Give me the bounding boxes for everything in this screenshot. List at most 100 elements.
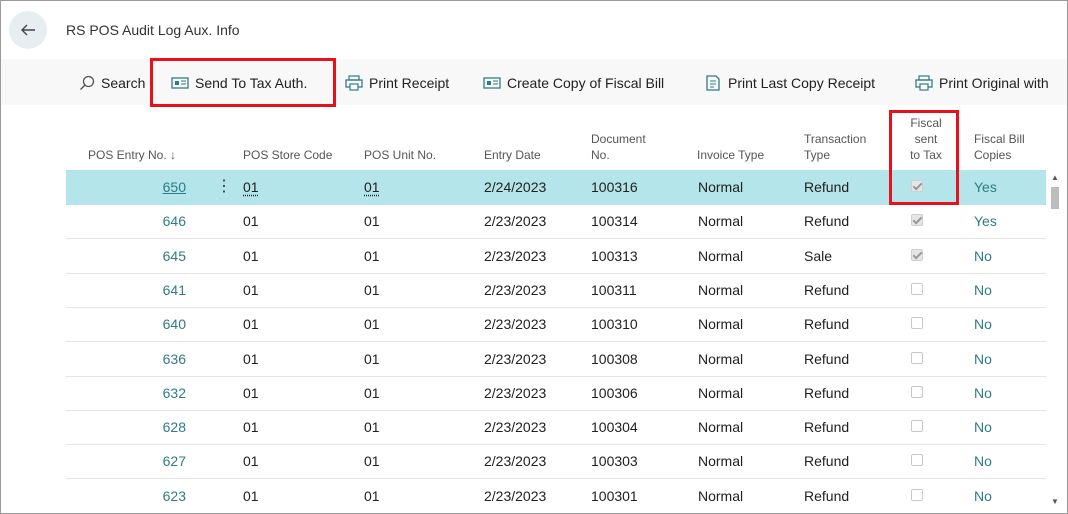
entry-date-cell: 2/23/2023 xyxy=(484,453,547,470)
store-code-cell: 01 xyxy=(243,281,259,298)
col-document-no[interactable]: Document No. xyxy=(591,131,646,163)
page-title: RS POS Audit Log Aux. Info xyxy=(66,22,240,38)
table-row[interactable]: 627 01 01 2/23/2023 100303 Normal Refund No xyxy=(66,444,1046,480)
entry-date-cell: 2/23/2023 xyxy=(484,316,547,333)
document-no-cell: 100308 xyxy=(591,350,638,367)
col-transaction-type[interactable]: Transaction Type xyxy=(804,131,866,163)
unit-no-cell: 01 xyxy=(364,213,380,230)
print-original-icon xyxy=(915,75,933,91)
entry-date-cell: 2/23/2023 xyxy=(484,419,547,436)
table-row[interactable]: 646 01 01 2/23/2023 100314 Normal Refund Yes xyxy=(66,204,1046,240)
entry-no-cell[interactable]: 628 xyxy=(126,410,186,444)
entry-no-cell[interactable]: 641 xyxy=(126,273,186,307)
col-unit-no[interactable]: POS Unit No. xyxy=(364,147,436,163)
store-code-cell: 01 xyxy=(243,247,259,264)
print-last-copy-label: Print Last Copy Receipt xyxy=(728,75,876,91)
table-row[interactable]: 641 01 01 2/23/2023 100311 Normal Refund No xyxy=(66,273,1046,308)
fiscal-copies-cell: No xyxy=(974,281,992,298)
scroll-thumb[interactable] xyxy=(1051,187,1059,209)
row-actions-icon[interactable]: ⋮ xyxy=(216,170,232,204)
unit-no-cell: 01 xyxy=(364,316,380,333)
col-store-code[interactable]: POS Store Code xyxy=(243,147,332,163)
entry-date-cell: 2/23/2023 xyxy=(484,281,547,298)
print-last-copy-button[interactable]: Print Last Copy Receipt xyxy=(704,73,875,93)
document-no-cell: 100311 xyxy=(591,281,637,298)
table-row[interactable]: 636 01 01 2/23/2023 100308 Normal Refund No xyxy=(66,342,1046,377)
entry-date-cell: 2/23/2023 xyxy=(484,247,547,264)
receipt-icon xyxy=(706,75,720,91)
entry-date-cell: 2/23/2023 xyxy=(484,350,547,367)
invoice-type-cell: Normal xyxy=(698,213,744,230)
fiscal-copies-cell: No xyxy=(974,487,992,504)
unit-no-cell: 01 xyxy=(364,384,380,401)
document-no-cell: 100304 xyxy=(591,419,638,436)
document-no-cell: 100310 xyxy=(591,316,638,333)
vertical-scrollbar[interactable]: ▲ ▼ xyxy=(1049,171,1061,511)
transaction-type-cell: Refund xyxy=(804,487,850,504)
document-no-cell: 100316 xyxy=(591,179,638,195)
entry-date-cell: 2/23/2023 xyxy=(484,384,547,401)
invoice-type-cell: Normal xyxy=(698,179,744,195)
print-original-button[interactable]: Print Original with xyxy=(915,73,1049,93)
invoice-type-cell: Normal xyxy=(698,281,744,298)
create-copy-label: Create Copy of Fiscal Bill xyxy=(507,75,665,91)
transaction-type-cell: Refund xyxy=(804,281,850,298)
store-code-cell: 01 xyxy=(243,350,259,367)
col-entry-no[interactable]: POS Entry No. ↓ xyxy=(88,147,176,163)
scroll-up-icon[interactable]: ▲ xyxy=(1051,173,1059,182)
search-label: Search xyxy=(101,75,146,91)
unit-no-cell: 01 xyxy=(364,453,380,470)
store-code-cell: 01 xyxy=(243,453,259,470)
entry-no-cell[interactable]: 623 xyxy=(126,479,186,513)
unit-no-cell: 01 xyxy=(364,350,380,367)
table-row[interactable]: 640 01 01 2/23/2023 100310 Normal Refund No xyxy=(66,307,1046,343)
table-row[interactable]: 628 01 01 2/23/2023 100304 Normal Refund No xyxy=(66,410,1046,446)
search-button[interactable]: Search xyxy=(79,73,145,93)
entry-no-cell[interactable]: 640 xyxy=(126,307,186,341)
store-code-cell: 01 xyxy=(243,179,259,195)
scroll-down-icon[interactable]: ▼ xyxy=(1051,497,1059,506)
invoice-type-cell: Normal xyxy=(698,316,744,333)
print-receipt-button[interactable]: Print Receipt xyxy=(345,73,449,93)
invoice-type-cell: Normal xyxy=(698,350,744,367)
fiscal-copies-cell: Yes xyxy=(974,213,997,230)
invoice-type-cell: Normal xyxy=(698,384,744,401)
fiscal-sent-checkbox xyxy=(911,282,923,295)
entry-date-cell: 2/23/2023 xyxy=(484,487,547,504)
fiscal-copies-cell: Yes xyxy=(974,179,997,195)
transaction-type-cell: Refund xyxy=(804,179,850,195)
document-no-cell: 100313 xyxy=(591,247,638,264)
transaction-type-cell: Refund xyxy=(804,453,850,470)
unit-no-cell: 01 xyxy=(364,419,380,436)
store-code-cell: 01 xyxy=(243,487,259,504)
transaction-type-cell: Refund xyxy=(804,384,850,401)
page-frame: RS POS Audit Log Aux. Info Search Send T… xyxy=(0,0,1068,514)
create-copy-button[interactable]: Create Copy of Fiscal Bill xyxy=(483,73,664,93)
document-no-cell: 100303 xyxy=(591,453,638,470)
entry-no-cell[interactable]: 645 xyxy=(126,239,186,273)
fiscal-copies-cell: No xyxy=(974,453,992,470)
fiscal-sent-checkbox xyxy=(911,351,923,364)
document-no-cell: 100301 xyxy=(591,487,638,504)
col-fiscal-copies[interactable]: Fiscal Bill Copies xyxy=(974,131,1025,163)
entry-no-cell[interactable]: 627 xyxy=(126,444,186,478)
back-button[interactable] xyxy=(9,11,47,49)
arrow-left-icon xyxy=(21,24,35,36)
entry-date-cell: 2/24/2023 xyxy=(484,179,547,195)
entry-no-cell[interactable]: 650 xyxy=(126,170,186,204)
entry-no-cell[interactable]: 632 xyxy=(126,376,186,410)
store-code-cell: 01 xyxy=(243,419,259,436)
fiscal-sent-checkbox xyxy=(911,385,923,398)
col-invoice-type[interactable]: Invoice Type xyxy=(697,147,764,163)
unit-no-cell: 01 xyxy=(364,281,380,298)
invoice-type-cell: Normal xyxy=(698,487,744,504)
transaction-type-cell: Sale xyxy=(804,247,833,264)
table-row[interactable]: 623 01 01 2/23/2023 100301 Normal Refund No xyxy=(66,479,1046,513)
col-entry-date[interactable]: Entry Date xyxy=(484,147,541,163)
entry-no-cell[interactable]: 646 xyxy=(126,204,186,238)
entry-no-cell[interactable]: 636 xyxy=(126,342,186,376)
print-original-label: Print Original with xyxy=(939,75,1049,91)
unit-no-cell: 01 xyxy=(364,247,380,264)
table-row[interactable]: 645 01 01 2/23/2023 100313 Normal Sale No xyxy=(66,239,1046,274)
table-row[interactable]: 632 01 01 2/23/2023 100306 Normal Refund No xyxy=(66,376,1046,411)
